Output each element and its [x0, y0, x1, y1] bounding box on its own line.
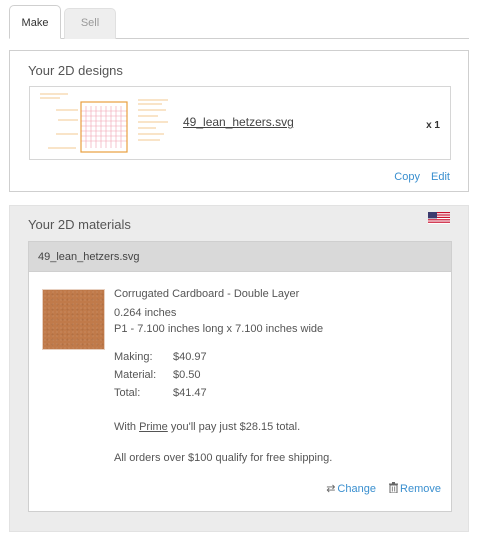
- material-name: Corrugated Cardboard - Double Layer: [114, 288, 300, 300]
- material-actions: ⇄ Change Remove: [316, 482, 441, 495]
- trash-icon: [389, 482, 399, 493]
- price-making-value: $40.97: [173, 351, 207, 363]
- remove-button[interactable]: Remove: [389, 482, 441, 495]
- design-quantity: x 1: [426, 120, 440, 131]
- price-material-row: Material: $0.50: [114, 369, 201, 381]
- material-dimensions: P1 - 7.100 inches long x 7.100 inches wi…: [114, 323, 324, 335]
- shipping-note: All orders over $100 qualify for free sh…: [114, 452, 333, 464]
- price-material-label: Material:: [114, 369, 157, 381]
- us-flag-icon: [428, 212, 450, 224]
- change-button[interactable]: ⇄ Change: [326, 483, 376, 495]
- change-icon: ⇄: [326, 483, 336, 495]
- design-thumbnail[interactable]: [38, 90, 186, 157]
- price-total-label: Total:: [114, 387, 141, 399]
- change-label: Change: [337, 483, 376, 495]
- price-material-value: $0.50: [173, 369, 201, 381]
- prime-offer: With Prime you'll pay just $28.15 total.: [114, 421, 300, 433]
- price-total-value: $41.47: [173, 387, 207, 399]
- price-total-row: Total: $41.47: [114, 387, 207, 399]
- materials-panel: Your 2D materials 49_lean_hetzers.svg Co…: [9, 205, 469, 532]
- material-swatch-image: [42, 289, 105, 350]
- designs-title: Your 2D designs: [28, 63, 123, 78]
- materials-title: Your 2D materials: [28, 217, 131, 232]
- design-filename-link[interactable]: 49_lean_hetzers.svg: [183, 115, 294, 129]
- material-card-filename: 49_lean_hetzers.svg: [29, 242, 451, 272]
- material-card: 49_lean_hetzers.svg Corrugated Cardboard…: [28, 241, 452, 512]
- copy-button[interactable]: Copy: [394, 171, 420, 183]
- price-making-label: Making:: [114, 351, 153, 363]
- tab-make[interactable]: Make: [9, 5, 61, 39]
- tab-bar: Make Sell: [9, 5, 469, 39]
- prime-prefix: With: [114, 421, 140, 433]
- design-actions: Copy Edit: [386, 171, 450, 183]
- material-thickness: 0.264 inches: [114, 307, 177, 319]
- prime-link[interactable]: Prime: [139, 421, 168, 433]
- designs-panel: Your 2D designs 49_lean_hetzers.svg x 1 …: [9, 50, 469, 192]
- remove-label: Remove: [400, 483, 441, 495]
- prime-suffix: you'll pay just $28.15 total.: [167, 421, 301, 433]
- design-item: 49_lean_hetzers.svg x 1: [29, 86, 451, 160]
- edit-button[interactable]: Edit: [431, 171, 450, 183]
- tab-sell[interactable]: Sell: [64, 8, 116, 39]
- price-making-row: Making: $40.97: [114, 351, 207, 363]
